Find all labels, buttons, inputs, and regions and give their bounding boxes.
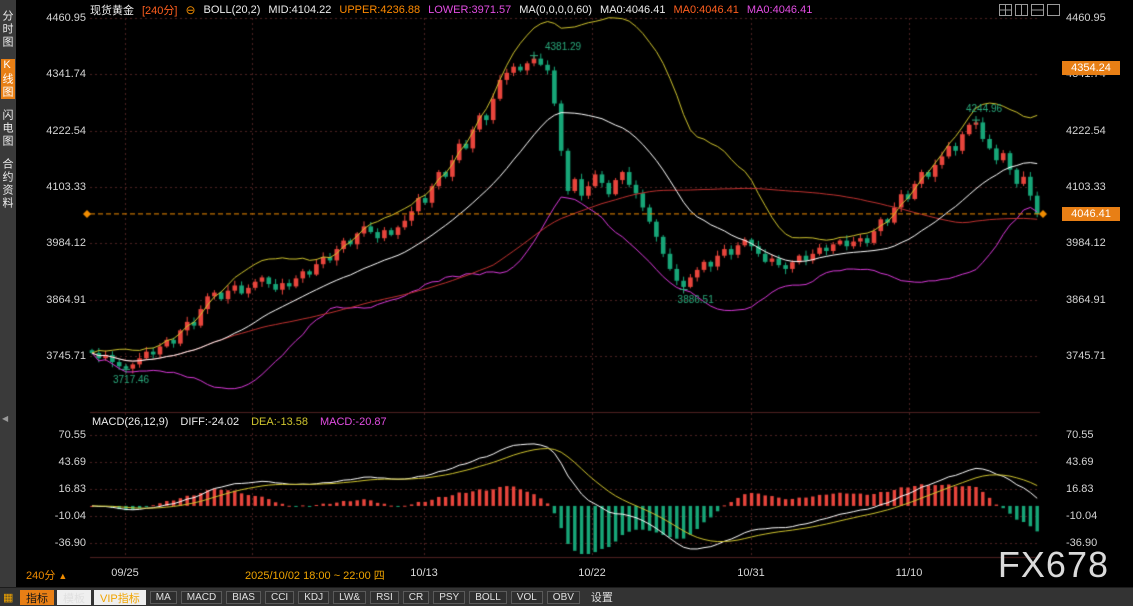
indicator-button-cr[interactable]: CR <box>403 591 429 604</box>
boll-params-label: BOLL(20,2) <box>204 4 261 16</box>
sidebar-item-1[interactable]: 分时图 <box>1 10 15 49</box>
sidebar-item-4[interactable]: 合约资料 <box>1 158 15 210</box>
price-axis-label-left: 3864.91 <box>36 294 86 306</box>
time-axis-label: 11/10 <box>896 567 923 579</box>
price-axis-label-right: 4460.95 <box>1066 12 1126 24</box>
macd-axis-label-right: 70.55 <box>1066 429 1126 441</box>
indicator-button-boll[interactable]: BOLL <box>469 591 507 604</box>
macd-diff-value: DIFF:-24.02 <box>180 416 239 428</box>
indicator-button-kdj[interactable]: KDJ <box>298 591 329 604</box>
indicator-marker-icon[interactable]: ⊖ <box>185 4 195 16</box>
price-axis-label-left: 4103.33 <box>36 181 86 193</box>
macd-dea-value: DEA:-13.58 <box>251 416 308 428</box>
timeframe-label: [240分] <box>142 2 177 18</box>
price-badge: 4354.24 <box>1062 61 1120 75</box>
toolbar-grid-icon[interactable]: ▦ <box>3 591 17 604</box>
layout-single-icon[interactable] <box>1047 4 1060 16</box>
time-axis-label: 10/22 <box>578 567 606 579</box>
indicator-button-cci[interactable]: CCI <box>265 591 294 604</box>
indicator-button-lw[interactable]: LW& <box>333 591 366 604</box>
macd-legend: MACD(26,12,9) DIFF:-24.02 DEA:-13.58 MAC… <box>92 416 387 428</box>
macd-axis-label-left: 70.55 <box>36 429 86 441</box>
selected-candle-time-label: 2025/10/02 18:00 ~ 22:00 四 <box>245 567 385 583</box>
indicator-button-psy[interactable]: PSY <box>433 591 465 604</box>
ma-params-label: MA(0,0,0,0,60) <box>519 4 592 16</box>
indicator-button-obv[interactable]: OBV <box>547 591 580 604</box>
price-axis-label-right: 3984.12 <box>1066 237 1126 249</box>
ma0-value-1: MA0:4046.41 <box>600 4 665 16</box>
indicator-button-bias[interactable]: BIAS <box>226 591 261 604</box>
layout-vsplit-icon[interactable] <box>1015 4 1028 16</box>
sidebar-item-3[interactable]: 闪电图 <box>1 109 15 148</box>
indicator-button-ma[interactable]: MA <box>150 591 177 604</box>
price-axis-label-left: 3984.12 <box>36 237 86 249</box>
macd-macd-value: MACD:-20.87 <box>320 416 387 428</box>
macd-axis-label-left: 16.83 <box>36 483 86 495</box>
layout-grid-4-icon[interactable] <box>999 4 1012 16</box>
indicator-button-rsi[interactable]: RSI <box>370 591 399 604</box>
macd-axis-label-left: -10.04 <box>36 510 86 522</box>
layout-icon-group <box>999 4 1060 16</box>
price-axis-label-left: 3745.71 <box>36 350 86 362</box>
chart-header: 现货黄金 [240分] ⊖ BOLL(20,2) MID:4104.22 UPP… <box>90 2 812 17</box>
time-axis-label: 10/31 <box>737 567 765 579</box>
price-axis-label-right: 3864.91 <box>1066 294 1126 306</box>
macd-params-label: MACD(26,12,9) <box>92 416 168 428</box>
price-axis-label-left: 4460.95 <box>36 12 86 24</box>
macd-axis-label-right: 43.69 <box>1066 456 1126 468</box>
indicator-button-macd[interactable]: MACD <box>181 591 222 604</box>
panel-collapse-icon[interactable]: ◀ <box>2 414 8 423</box>
trading-app-window: 现货黄金 [240分] ⊖ BOLL(20,2) MID:4104.22 UPP… <box>0 0 1133 606</box>
time-axis-label: 09/25 <box>111 567 139 579</box>
macd-axis-label-right: -10.04 <box>1066 510 1126 522</box>
toolbar-tab-1[interactable]: 指标 <box>20 590 54 605</box>
macd-axis-label-left: -36.90 <box>36 537 86 549</box>
boll-upper-value: UPPER:4236.88 <box>339 4 420 16</box>
timeframe-up-triangle-icon: ▲ <box>58 571 67 581</box>
ma0-value-2: MA0:4046.41 <box>673 4 738 16</box>
price-badge: 4046.41 <box>1062 207 1120 221</box>
price-axis-label-right: 4103.33 <box>1066 181 1126 193</box>
macd-axis-label-left: 43.69 <box>36 456 86 468</box>
symbol-title: 现货黄金 <box>90 2 134 18</box>
boll-lower-value: LOWER:3971.57 <box>428 4 511 16</box>
price-axis-label-right: 4222.54 <box>1066 125 1126 137</box>
left-sidebar: ◀ 分时图 K线图闪电图合约资料 <box>0 0 16 606</box>
price-axis-label-left: 4222.54 <box>36 125 86 137</box>
time-axis-label: 10/13 <box>410 567 438 579</box>
watermark: FX678 <box>998 544 1109 586</box>
timeframe-selector[interactable]: 240分▲ <box>26 567 67 583</box>
price-axis-label-left: 4341.74 <box>36 68 86 80</box>
macd-axis-label-right: 16.83 <box>1066 483 1126 495</box>
indicator-button-vol[interactable]: VOL <box>511 591 543 604</box>
toolbar-tab-2[interactable]: 模板 <box>57 590 91 605</box>
sidebar-item-2[interactable]: K线图 <box>1 59 15 99</box>
ma0-value-3: MA0:4046.41 <box>747 4 812 16</box>
boll-mid-value: MID:4104.22 <box>268 4 331 16</box>
toolbar-tab-3[interactable]: VIP指标 <box>94 590 146 605</box>
candlestick-chart-canvas[interactable] <box>0 0 1133 606</box>
settings-button[interactable]: 设置 <box>583 589 621 605</box>
bottom-toolbar: ▦指标模板VIP指标 MA MACD BIAS CCI KDJ LW&RSI CR PSY BOL… <box>0 587 1133 606</box>
layout-hsplit-icon[interactable] <box>1031 4 1044 16</box>
price-axis-label-right: 3745.71 <box>1066 350 1126 362</box>
timeframe-selector-label: 240分 <box>26 570 55 582</box>
